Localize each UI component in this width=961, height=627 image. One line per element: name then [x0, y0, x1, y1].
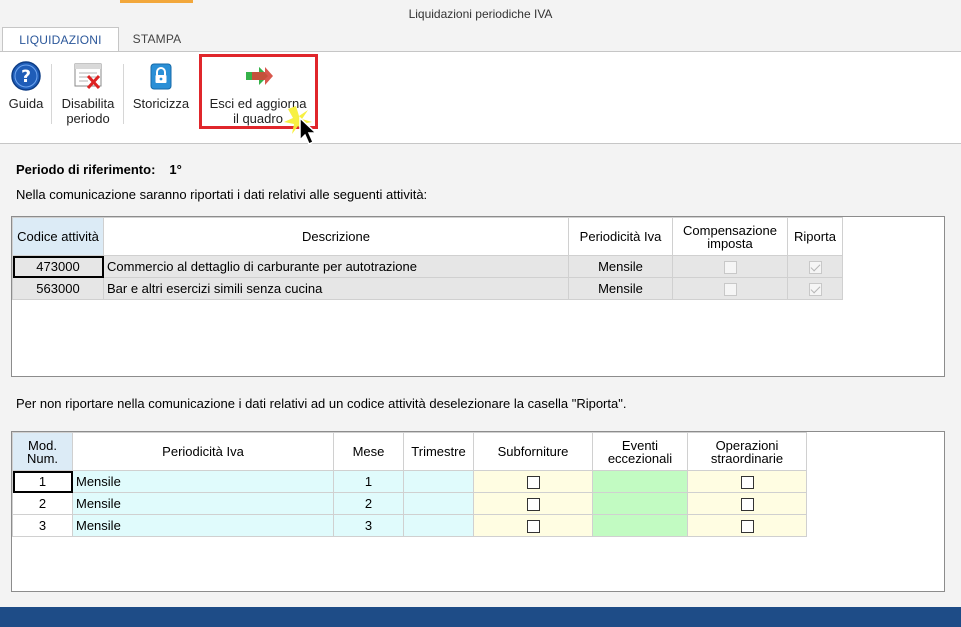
guida-label: Guida [8, 96, 44, 111]
storicizza-label: Storicizza [132, 96, 190, 111]
cell-subforniture[interactable] [473, 514, 593, 537]
col-mod-num[interactable]: Mod. Num. [12, 432, 73, 471]
table-row[interactable]: 563000 Bar e altri esercizi simili senza… [12, 277, 843, 300]
cell-descrizione[interactable]: Bar e altri esercizi simili senza cucina [103, 277, 569, 300]
tab-accent [120, 0, 193, 3]
activities-grid: Codice attività Descrizione Periodicità … [11, 216, 945, 377]
cell-mod[interactable]: 2 [12, 492, 73, 515]
table-row[interactable]: 1 Mensile 1 [12, 470, 807, 493]
col-riporta[interactable]: Riporta [787, 217, 843, 256]
help-icon: ? [11, 61, 41, 91]
cell-codice[interactable]: 563000 [12, 277, 104, 300]
col-subforniture[interactable]: Subforniture [473, 432, 593, 471]
cell-eventi[interactable] [592, 514, 688, 537]
col-mese[interactable]: Mese [333, 432, 404, 471]
main-content: Periodo di riferimento: 1° Nella comunica… [0, 145, 961, 607]
ribbon-separator [51, 64, 52, 124]
tab-stampa[interactable]: STAMPA [122, 27, 192, 52]
col-trimestre[interactable]: Trimestre [403, 432, 474, 471]
guida-button[interactable]: ? Guida [4, 60, 48, 111]
window-title: Liquidazioni periodiche IVA [408, 7, 553, 21]
cell-eventi[interactable] [592, 492, 688, 515]
svg-text:?: ? [21, 67, 31, 87]
cell-trimestre[interactable] [403, 492, 474, 515]
cell-periodicita[interactable]: Mensile [568, 255, 673, 278]
operazioni-checkbox[interactable] [740, 476, 754, 490]
cell-mod[interactable]: 1 [12, 470, 73, 493]
cell-riporta[interactable] [787, 277, 843, 300]
riporta-checkbox[interactable] [808, 283, 822, 297]
cell-trimestre[interactable] [403, 514, 474, 537]
models-grid: Mod. Num. Periodicità Iva Mese Trimestre… [11, 431, 945, 592]
table-row[interactable]: 473000 Commercio al dettaglio di carbura… [12, 255, 843, 278]
cell-mese[interactable]: 3 [333, 514, 404, 537]
reference-period-label: Periodo di riferimento: [16, 162, 156, 177]
cell-periodicita[interactable]: Mensile [72, 470, 334, 493]
riporta-note: Per non riportare nella comunicazione i … [16, 396, 627, 411]
col-eventi-eccezionali[interactable]: Eventi eccezionali [592, 432, 688, 471]
cell-mese[interactable]: 1 [333, 470, 404, 493]
col-periodicita-iva[interactable]: Periodicità Iva [72, 432, 334, 471]
col-periodicita[interactable]: Periodicità Iva [568, 217, 673, 256]
subforniture-checkbox[interactable] [526, 520, 540, 534]
disabilita-label-1: Disabilita [61, 96, 115, 111]
cell-codice[interactable]: 473000 [12, 255, 104, 278]
compensazione-checkbox [723, 261, 737, 275]
storicizza-button[interactable]: Storicizza [128, 60, 194, 111]
riporta-checkbox[interactable] [808, 261, 822, 275]
title-bar: Liquidazioni periodiche IVA LIQUIDAZIONI… [0, 0, 961, 52]
cell-riporta[interactable] [787, 255, 843, 278]
cursor-icon [284, 106, 318, 146]
lock-icon [150, 63, 172, 90]
operazioni-checkbox[interactable] [740, 520, 754, 534]
cell-operazioni[interactable] [687, 470, 807, 493]
disabilita-label-2: periodo [66, 111, 110, 126]
cell-eventi[interactable] [592, 470, 688, 493]
col-operazioni-straordinarie[interactable]: Operazioni straordinarie [687, 432, 807, 471]
cell-operazioni[interactable] [687, 492, 807, 515]
ribbon: ? Guida Disabilita periodo Storicizza Es… [0, 51, 961, 144]
reference-period-value: 1° [169, 162, 182, 177]
tab-liquidazioni[interactable]: LIQUIDAZIONI [2, 27, 119, 52]
cell-compensazione [672, 255, 788, 278]
table-row[interactable]: 3 Mensile 3 [12, 514, 807, 537]
cell-mese[interactable]: 2 [333, 492, 404, 515]
col-compensazione[interactable]: Compensazione imposta [672, 217, 788, 256]
cell-descrizione[interactable]: Commercio al dettaglio di carburante per… [103, 255, 569, 278]
activities-note: Nella comunicazione saranno riportati i … [16, 187, 428, 202]
table-row[interactable]: 2 Mensile 2 [12, 492, 807, 515]
cell-subforniture[interactable] [473, 470, 593, 493]
disabilita-periodo-button[interactable]: Disabilita periodo [56, 60, 120, 126]
cell-periodicita[interactable]: Mensile [72, 492, 334, 515]
col-descrizione[interactable]: Descrizione [103, 217, 569, 256]
cell-trimestre[interactable] [403, 470, 474, 493]
cell-operazioni[interactable] [687, 514, 807, 537]
cell-mod[interactable]: 3 [12, 514, 73, 537]
subforniture-checkbox[interactable] [526, 476, 540, 490]
cell-periodicita[interactable]: Mensile [568, 277, 673, 300]
ribbon-separator [123, 64, 124, 124]
status-bar [0, 607, 961, 627]
subforniture-checkbox[interactable] [526, 498, 540, 512]
cell-subforniture[interactable] [473, 492, 593, 515]
operazioni-checkbox[interactable] [740, 498, 754, 512]
compensazione-checkbox [723, 283, 737, 297]
reference-period: Periodo di riferimento: 1° [16, 162, 182, 177]
cell-periodicita[interactable]: Mensile [72, 514, 334, 537]
disable-period-icon [74, 63, 102, 90]
col-codice-attivita[interactable]: Codice attività [12, 217, 104, 256]
cell-compensazione [672, 277, 788, 300]
